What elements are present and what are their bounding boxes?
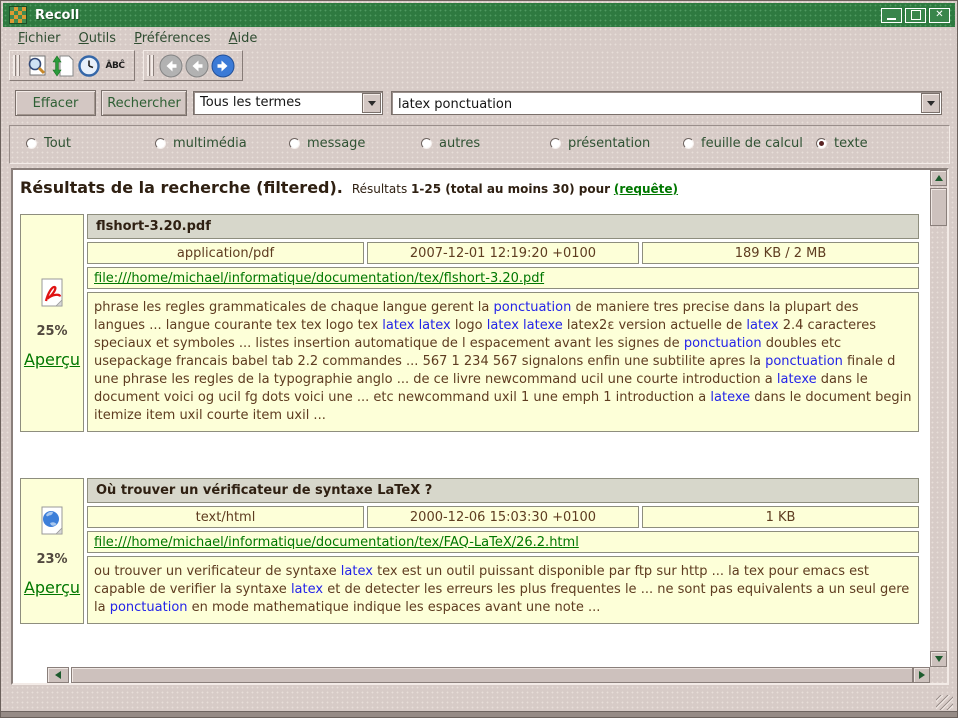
result-item-2: 23% Aperçu Où trouver un vérificateur de… (17, 475, 922, 627)
scroll-right-icon (919, 671, 925, 679)
search-input[interactable] (396, 94, 910, 114)
toolbar-group-nav (143, 50, 243, 81)
menu-fichier[interactable]: Fichier (9, 29, 70, 48)
scroll-left-button[interactable] (47, 667, 69, 683)
title-bar[interactable]: Recoll ✕ (3, 3, 955, 28)
horizontal-scroll-thumb[interactable] (71, 667, 913, 683)
result-date: 2000-12-06 15:03:30 +0100 (367, 506, 639, 528)
radio-icon (421, 138, 432, 149)
result-item-1: 25% Aperçu flshort-3.20.pdf application/… (17, 211, 922, 435)
search-document-icon[interactable] (24, 53, 50, 79)
scroll-down-icon (935, 656, 943, 662)
result-snippet: phrase les regles grammaticales de chaqu… (87, 292, 919, 432)
vertical-scroll-thumb[interactable] (930, 188, 947, 226)
resize-grip[interactable] (936, 695, 953, 710)
minimize-button[interactable] (881, 8, 902, 23)
radio-icon (289, 138, 300, 149)
toolbar-group-tools: ÂBĈ (9, 50, 135, 81)
filter-radio-autres[interactable]: autres (421, 136, 480, 151)
scroll-up-icon (935, 175, 943, 181)
result-title: Où trouver un vérificateur de syntaxe La… (87, 478, 919, 503)
recoll-window: Recoll ✕ Fichier Outils Préférences Aide… (0, 0, 958, 718)
forward-icon[interactable] (210, 53, 236, 79)
clear-button[interactable]: Effacer (15, 90, 96, 116)
result-size: 189 KB / 2 MB (642, 242, 919, 264)
result-side-panel: 23% Aperçu (20, 478, 84, 624)
toolbar-handle[interactable] (13, 55, 20, 76)
back-icon-2[interactable] (184, 53, 210, 79)
search-button[interactable]: Rechercher (101, 90, 187, 116)
scroll-left-icon (55, 671, 61, 679)
minimize-icon (887, 18, 896, 20)
back-icon[interactable] (158, 53, 184, 79)
query-link[interactable]: (requête) (614, 182, 678, 196)
chevron-down-icon[interactable] (362, 93, 381, 113)
abc-sort-icon[interactable]: ÂBĈ (102, 53, 128, 79)
result-side-panel: 25% Aperçu (20, 214, 84, 432)
radio-icon (816, 138, 827, 149)
chevron-down-icon[interactable] (921, 93, 940, 113)
menu-preferences[interactable]: Préférences (125, 29, 219, 48)
filter-radio-tout[interactable]: Tout (26, 136, 71, 151)
scroll-down-button[interactable] (930, 651, 947, 667)
window-title: Recoll (35, 8, 79, 23)
html-file-icon (36, 505, 68, 541)
result-mime: application/pdf (87, 242, 364, 264)
results-viewport: Résultats de la recherche (filtered). Ré… (13, 170, 930, 667)
radio-icon (550, 138, 561, 149)
scroll-up-button[interactable] (930, 170, 947, 186)
result-mime: text/html (87, 506, 364, 528)
relevance-percent: 23% (36, 552, 67, 567)
recoll-app-icon (9, 6, 27, 24)
preview-link[interactable]: Aperçu (24, 350, 80, 369)
filter-bar: Tout multimédia message autres présentat… (9, 125, 950, 164)
result-url-link[interactable]: file:///home/michael/informatique/docume… (94, 271, 544, 286)
menu-bar: Fichier Outils Préférences Aide (3, 27, 955, 49)
menu-outils[interactable]: Outils (70, 29, 126, 48)
result-size: 1 KB (642, 506, 919, 528)
pdf-file-icon (36, 277, 68, 313)
filter-radio-feuille-de-calcul[interactable]: feuille de calcul (683, 136, 803, 151)
result-title: flshort-3.20.pdf (87, 214, 919, 239)
search-query-combo[interactable] (391, 91, 942, 115)
close-button[interactable]: ✕ (929, 8, 950, 23)
radio-icon (683, 138, 694, 149)
filter-radio-message[interactable]: message (289, 136, 365, 151)
toolbar-handle[interactable] (147, 55, 154, 76)
radio-icon (155, 138, 166, 149)
scroll-right-button[interactable] (913, 667, 930, 683)
update-index-icon[interactable] (50, 53, 76, 79)
radio-icon (26, 138, 37, 149)
search-mode-select[interactable]: Tous les termes (193, 91, 383, 115)
relevance-percent: 25% (36, 324, 67, 339)
filter-radio-presentation[interactable]: présentation (550, 136, 650, 151)
maximize-icon (911, 10, 921, 20)
result-snippet: ou trouver un verificateur de syntaxe la… (87, 556, 919, 624)
result-date: 2007-12-01 12:19:20 +0100 (367, 242, 639, 264)
search-mode-value: Tous les termes (200, 95, 301, 110)
result-url-link[interactable]: file:///home/michael/informatique/docume… (94, 535, 579, 550)
filter-radio-multimedia[interactable]: multimédia (155, 136, 247, 151)
results-header: Résultats de la recherche (filtered). Ré… (20, 178, 924, 197)
toolbar: ÂBĈ (9, 50, 243, 81)
menu-aide[interactable]: Aide (220, 29, 267, 48)
results-title: Résultats de la recherche (filtered). (20, 178, 343, 197)
preview-link[interactable]: Aperçu (24, 578, 80, 597)
vertical-scrollbar[interactable] (930, 170, 947, 667)
maximize-button[interactable] (905, 8, 926, 23)
horizontal-scrollbar[interactable] (13, 667, 930, 683)
close-icon: ✕ (935, 10, 943, 20)
history-clock-icon[interactable] (76, 53, 102, 79)
results-area: Résultats de la recherche (filtered). Ré… (11, 168, 949, 685)
filter-radio-texte[interactable]: texte (816, 136, 868, 151)
window-bottom-edge (1, 711, 957, 717)
